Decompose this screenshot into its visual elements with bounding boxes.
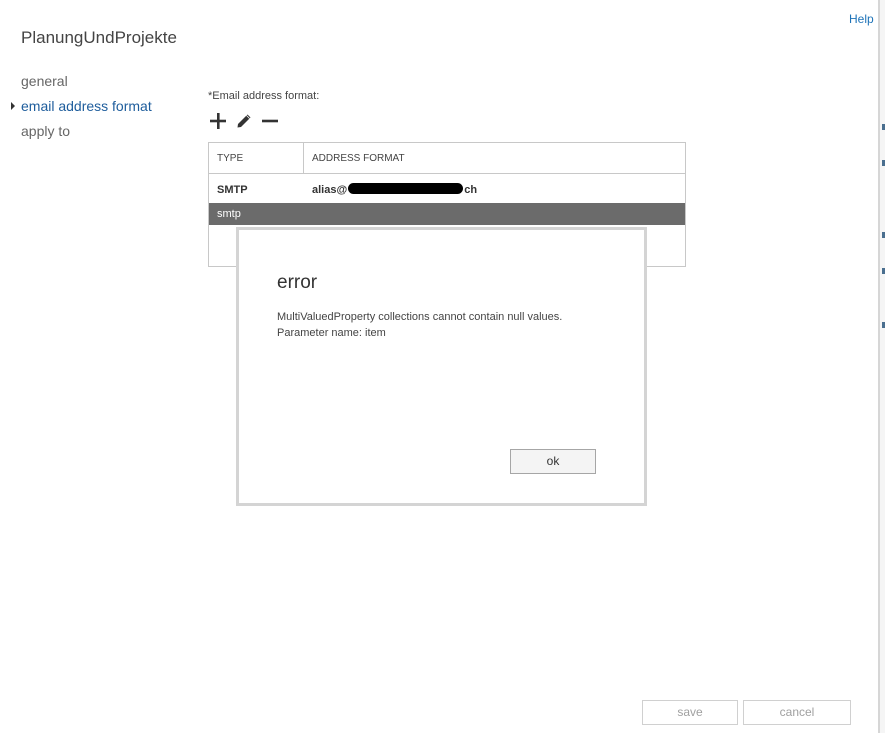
background-window-strip [880, 0, 885, 733]
address-prefix: alias@ [312, 184, 348, 196]
page-title: PlanungUndProjekte [21, 28, 177, 47]
redaction-bar [348, 183, 464, 194]
nav-item-label: email address format [21, 98, 152, 114]
dialog-message-line: Parameter name: item [277, 327, 386, 339]
help-link[interactable]: Help [849, 12, 874, 26]
nav-item-email-address-format[interactable]: email address format [11, 98, 152, 123]
dialog-title: error [277, 272, 318, 293]
cell-type: smtp [217, 208, 241, 220]
column-header-type[interactable]: TYPE [209, 143, 304, 173]
pencil-icon[interactable] [234, 111, 254, 131]
email-format-label: *Email address format: [208, 90, 320, 102]
grid-header: TYPE ADDRESS FORMAT [209, 143, 685, 174]
dialog-message-line: MultiValuedProperty collections cannot c… [277, 311, 563, 323]
grid-toolbar [208, 111, 280, 131]
minus-icon[interactable] [260, 111, 280, 131]
ok-button[interactable]: ok [510, 449, 596, 474]
cell-address-format: alias@ ch [304, 179, 685, 201]
side-nav: general email address format apply to [11, 73, 152, 148]
table-row-selected[interactable]: smtp [209, 203, 685, 225]
plus-icon[interactable] [208, 111, 228, 131]
address-suffix: ch [464, 184, 478, 196]
dialog-message: MultiValuedProperty collections cannot c… [277, 309, 562, 341]
cancel-button[interactable]: cancel [743, 700, 851, 725]
column-header-address-format[interactable]: ADDRESS FORMAT [304, 143, 685, 173]
save-button[interactable]: save [642, 700, 738, 725]
nav-item-general[interactable]: general [21, 73, 152, 98]
cell-type: SMTP [217, 184, 248, 196]
error-dialog: error MultiValuedProperty collections ca… [236, 227, 647, 506]
nav-item-apply-to[interactable]: apply to [21, 123, 152, 148]
selected-arrow-icon [11, 102, 15, 110]
table-row[interactable]: SMTP alias@ ch [209, 179, 685, 201]
